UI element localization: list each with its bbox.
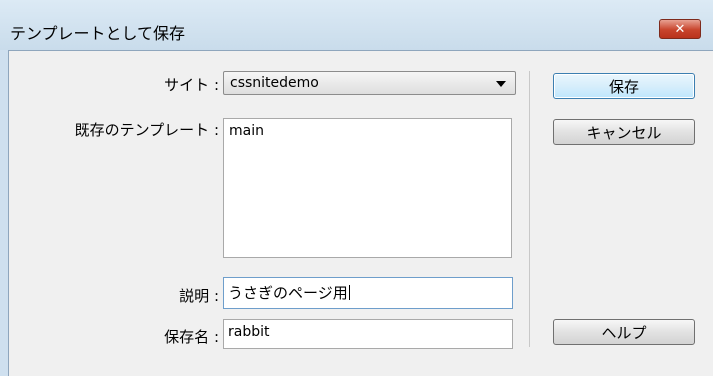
save-as-template-dialog: テンプレートとして保存 ✕ サイト : cssnitedemo 既存のテンプレー… (0, 0, 713, 376)
close-button[interactable]: ✕ (659, 19, 701, 39)
cancel-button[interactable]: キャンセル (553, 119, 695, 145)
existing-templates-list[interactable]: main (223, 118, 512, 258)
save-name-value: rabbit (228, 324, 270, 340)
dialog-body: サイト : cssnitedemo 既存のテンプレート : main 説明 : … (8, 50, 713, 376)
description-value: うさぎのページ用 (228, 284, 348, 302)
description-field[interactable]: うさぎのページ用 (223, 277, 513, 309)
title-bar[interactable]: テンプレートとして保存 ✕ (0, 0, 713, 50)
site-label: サイト : (164, 76, 219, 94)
vertical-divider (529, 71, 530, 347)
text-caret (348, 285, 350, 300)
site-select-value: cssnitedemo (230, 75, 319, 91)
list-item[interactable]: main (229, 123, 264, 139)
site-select[interactable]: cssnitedemo (223, 71, 516, 95)
close-icon: ✕ (674, 21, 686, 37)
save-name-field[interactable]: rabbit (223, 319, 513, 349)
description-label: 説明 : (179, 287, 219, 305)
chevron-down-icon (496, 81, 506, 87)
save-button[interactable]: 保存 (553, 73, 695, 99)
dialog-title: テンプレートとして保存 (10, 24, 186, 43)
save-name-label: 保存名 : (164, 328, 219, 346)
help-button[interactable]: ヘルプ (553, 319, 695, 345)
existing-templates-label: 既存のテンプレート : (74, 121, 219, 139)
